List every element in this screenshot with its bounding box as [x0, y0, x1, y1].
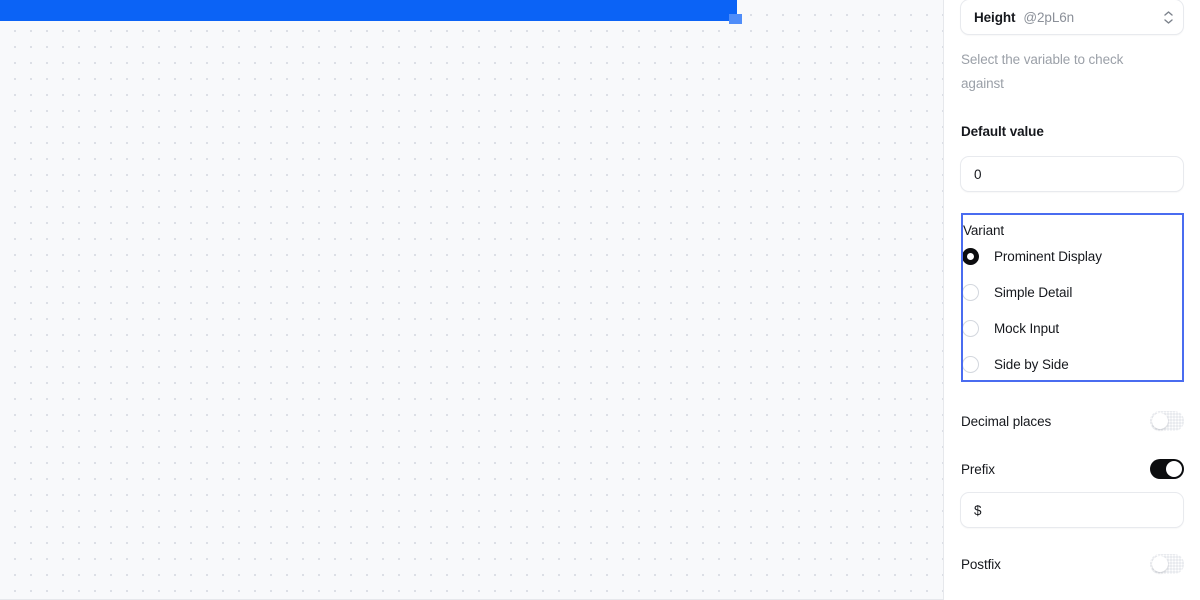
default-value-input[interactable]: 0 [960, 156, 1184, 192]
variant-option-simple-detail[interactable]: Simple Detail [963, 274, 1182, 310]
prefix-label: Prefix [961, 461, 995, 477]
postfix-label: Postfix [961, 556, 1001, 572]
default-value-label: Default value [961, 124, 1044, 139]
postfix-row: Postfix [960, 552, 1184, 576]
prefix-value-input[interactable]: $ [960, 492, 1184, 528]
variant-option-mock-input[interactable]: Mock Input [963, 310, 1182, 346]
radio-icon [963, 319, 979, 337]
variant-option-label: Simple Detail [994, 284, 1073, 300]
variable-helper-text: Select the variable to check against [961, 52, 1124, 91]
toggle-knob [1152, 413, 1168, 429]
variant-option-label: Mock Input [994, 320, 1060, 336]
radio-icon [963, 355, 979, 373]
variant-option-side-by-side[interactable]: Side by Side [963, 346, 1182, 380]
variant-option-label: Prominent Display [994, 248, 1102, 264]
toggle-knob [1166, 461, 1182, 477]
app-root: Height @2pL6n Select the variable to che… [0, 0, 1200, 600]
prefix-value-text: $ [974, 502, 982, 518]
prefix-toggle[interactable] [1150, 459, 1184, 479]
variant-option-prominent-display[interactable]: Prominent Display [963, 238, 1182, 274]
design-canvas[interactable] [0, 0, 944, 600]
resize-handle[interactable] [729, 14, 742, 24]
canvas-selected-bar[interactable] [0, 0, 737, 21]
radio-icon [963, 283, 979, 301]
toggle-knob [1152, 556, 1168, 572]
variant-group-title: Variant [963, 223, 1005, 238]
variant-radio-group[interactable]: Variant Prominent Display Simple Detail … [961, 213, 1184, 382]
prefix-row: Prefix [960, 457, 1184, 481]
postfix-toggle[interactable] [1150, 554, 1184, 574]
variable-select-name: Height [974, 9, 1016, 25]
variable-select[interactable]: Height @2pL6n [960, 0, 1184, 35]
decimal-places-label: Decimal places [961, 413, 1052, 429]
chevron-up-down-icon [1164, 10, 1173, 24]
decimal-places-row: Decimal places [960, 409, 1184, 433]
variant-option-label: Side by Side [994, 356, 1069, 372]
variable-select-reference: @2pL6n [1023, 9, 1075, 25]
radio-icon [963, 247, 979, 265]
decimal-places-toggle[interactable] [1150, 411, 1184, 431]
default-value-text: 0 [974, 166, 982, 182]
